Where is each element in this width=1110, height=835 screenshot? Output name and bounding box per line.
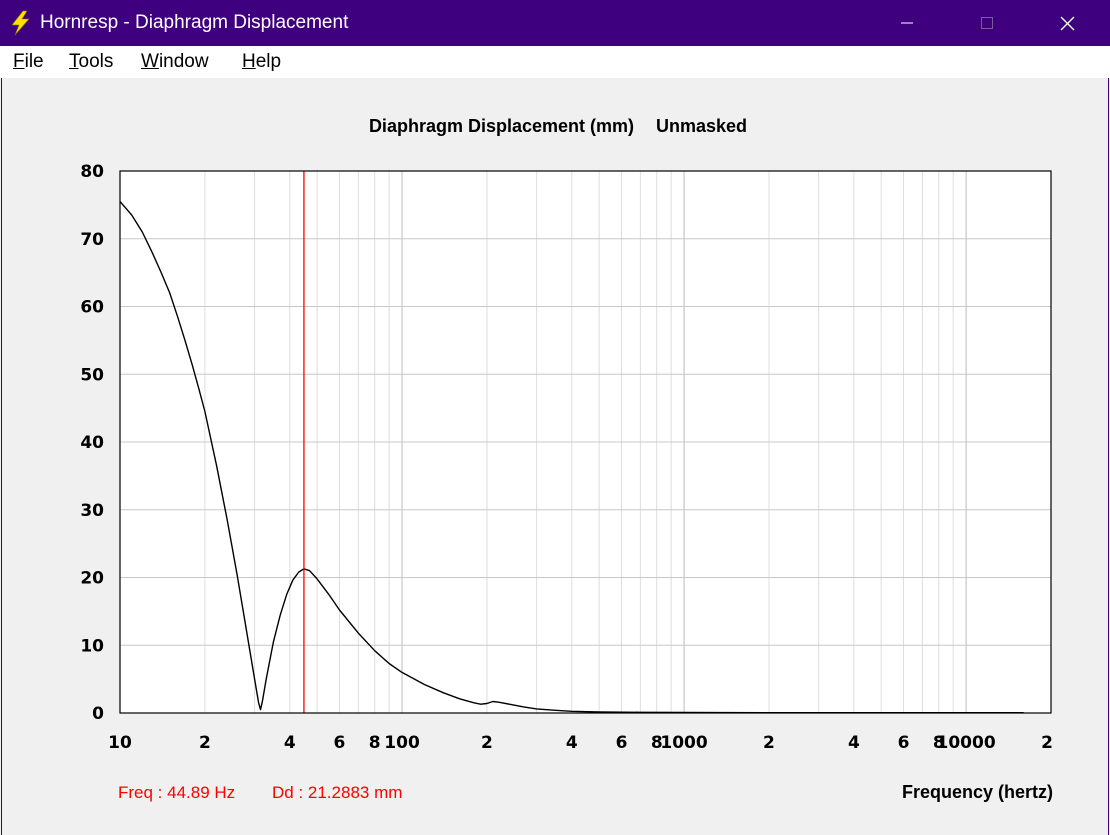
x-tick-label: 1000 <box>660 733 707 753</box>
y-tick-label: 70 <box>80 230 104 250</box>
title-bar[interactable]: Hornresp - Diaphragm Displacement <box>0 0 1110 46</box>
y-tick-label: 80 <box>80 162 104 182</box>
y-tick-label: 50 <box>80 365 104 385</box>
x-tick-label: 2 <box>1041 733 1053 753</box>
window-title: Hornresp - Diaphragm Displacement <box>40 12 349 33</box>
x-tick-label: 4 <box>284 733 296 753</box>
maximize-button[interactable] <box>964 0 1010 46</box>
x-tick-label: 6 <box>616 733 628 753</box>
maximize-icon <box>981 17 993 29</box>
minimize-button[interactable] <box>884 0 930 46</box>
freq-readout: Freq : 44.89 Hz <box>118 783 235 802</box>
close-button[interactable] <box>1044 0 1090 46</box>
minimize-icon <box>901 22 913 24</box>
x-tick-label: 6 <box>334 733 346 753</box>
x-axis-label: Frequency (hertz) <box>902 782 1053 802</box>
x-tick-label: 10000 <box>937 733 996 753</box>
menu-tools[interactable]: Tools <box>69 51 113 73</box>
chart-title: Diaphragm Displacement (mm) <box>369 116 634 136</box>
menu-window[interactable]: Window <box>141 51 209 73</box>
x-tick-labels: 10 2 4 6 8 100 2 4 6 81000 2 4 6 810000 2 <box>108 733 1053 753</box>
menu-help[interactable]: Help <box>242 51 281 73</box>
y-tick-label: 40 <box>80 433 104 453</box>
close-icon <box>1060 16 1075 31</box>
x-tick-label: 4 <box>848 733 860 753</box>
menu-file[interactable]: File <box>13 51 44 73</box>
x-tick-label: 2 <box>763 733 775 753</box>
chart-subtitle: Unmasked <box>656 116 747 136</box>
x-tick-label: 10 <box>108 733 132 753</box>
x-tick-label: 8 <box>369 733 381 753</box>
y-tick-label: 60 <box>80 298 104 318</box>
x-tick-label: 2 <box>481 733 493 753</box>
y-tick-label: 0 <box>92 704 104 724</box>
chart-title-group: Diaphragm Displacement (mm) Unmasked <box>369 116 747 136</box>
y-tick-label: 10 <box>80 636 104 656</box>
chart-svg[interactable]: Diaphragm Displacement (mm) Unmasked 0102… <box>2 78 1110 835</box>
y-tick-label: 30 <box>80 501 104 521</box>
x-tick-label: 6 <box>898 733 910 753</box>
menu-bar: File Tools Window Help <box>0 46 1110 78</box>
dd-readout: Dd : 21.2883 mm <box>272 783 402 802</box>
lightning-icon <box>11 10 30 36</box>
x-tick-label: 100 <box>384 733 420 753</box>
y-tick-labels: 0 10 20 30 40 50 60 70 80 <box>80 162 104 724</box>
x-tick-label: 4 <box>566 733 578 753</box>
x-tick-label: 2 <box>199 733 211 753</box>
chart-area: Diaphragm Displacement (mm) Unmasked 0 10 2… <box>1 78 1109 835</box>
y-tick-label: 20 <box>80 569 104 589</box>
